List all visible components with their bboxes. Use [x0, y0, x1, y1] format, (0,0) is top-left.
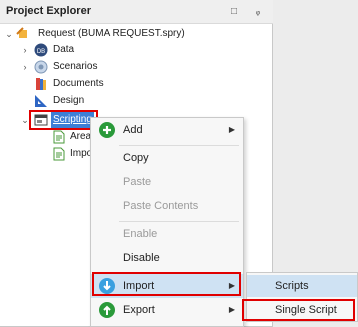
script-file-icon	[52, 130, 66, 144]
tree-item-label: Request (BUMA REQUEST.spry)	[38, 28, 185, 39]
annotation-box-single-script	[242, 299, 355, 321]
menu-item-copy[interactable]: Copy	[91, 146, 243, 170]
tree-item-script-child[interactable]: AreaD	[0, 129, 98, 145]
menu-item-paste[interactable]: Paste	[91, 170, 243, 194]
submenu-arrow-icon: ▶	[228, 125, 235, 134]
menu-item-label: Paste	[123, 176, 152, 188]
svg-text:DB: DB	[37, 49, 45, 55]
submenu-item-scripts[interactable]: Scripts	[247, 275, 357, 297]
submenu-item-label: Scripts	[275, 280, 309, 292]
minimize-icon[interactable]: □	[226, 4, 242, 20]
documents-icon	[34, 77, 48, 91]
menu-item-disable[interactable]: Disable	[91, 246, 243, 270]
tree-item-label: Documents	[53, 78, 104, 89]
script-file-icon	[52, 147, 66, 161]
tree-item-label: Scenarios	[53, 61, 98, 72]
menu-item-label: Copy	[123, 152, 149, 164]
tree-item-documents[interactable]: Documents	[0, 76, 270, 92]
panel-title: Project Explorer	[6, 5, 91, 17]
menu-item-add[interactable]: Add ▶	[91, 118, 243, 142]
annotation-box-import	[92, 272, 241, 296]
menu-item-label: Enable	[123, 228, 158, 240]
data-icon: DB	[34, 43, 48, 57]
menu-item-label: Export	[123, 304, 155, 316]
project-icon	[16, 27, 30, 41]
tree-item-root[interactable]: ⌄ Request (BUMA REQUEST.spry)	[0, 26, 270, 42]
menu-item-export[interactable]: Export ▶	[91, 298, 243, 322]
expand-icon[interactable]: ›	[20, 59, 30, 75]
tree-item-scenarios[interactable]: › Scenarios	[0, 59, 270, 75]
menu-item-label: Paste Contents	[123, 200, 199, 212]
submenu-arrow-icon: ▶	[228, 305, 235, 314]
design-icon	[34, 94, 48, 108]
tree-item-label: Data	[53, 44, 75, 55]
export-icon	[99, 302, 115, 318]
menu-item-label: Disable	[123, 252, 160, 264]
scenarios-icon	[34, 60, 48, 74]
tree-item-label: Design	[53, 95, 85, 106]
add-icon	[99, 122, 115, 138]
expand-icon[interactable]: ›	[20, 42, 30, 58]
collapse-icon[interactable]: ⌄	[4, 26, 14, 42]
pin-icon[interactable]: ᵩ	[250, 4, 266, 20]
panel-header: Project Explorer □ ᵩ	[0, 0, 273, 24]
tree-item-script-child[interactable]: Impor	[0, 146, 96, 162]
tree-item-design[interactable]: Design	[0, 93, 270, 109]
menu-item-enable[interactable]: Enable	[91, 222, 243, 246]
tree-item-data[interactable]: › DB Data	[0, 42, 270, 58]
menu-item-paste-contents[interactable]: Paste Contents	[91, 194, 243, 218]
menu-item-label: Add	[123, 124, 143, 136]
annotation-box-scripting	[29, 110, 98, 130]
